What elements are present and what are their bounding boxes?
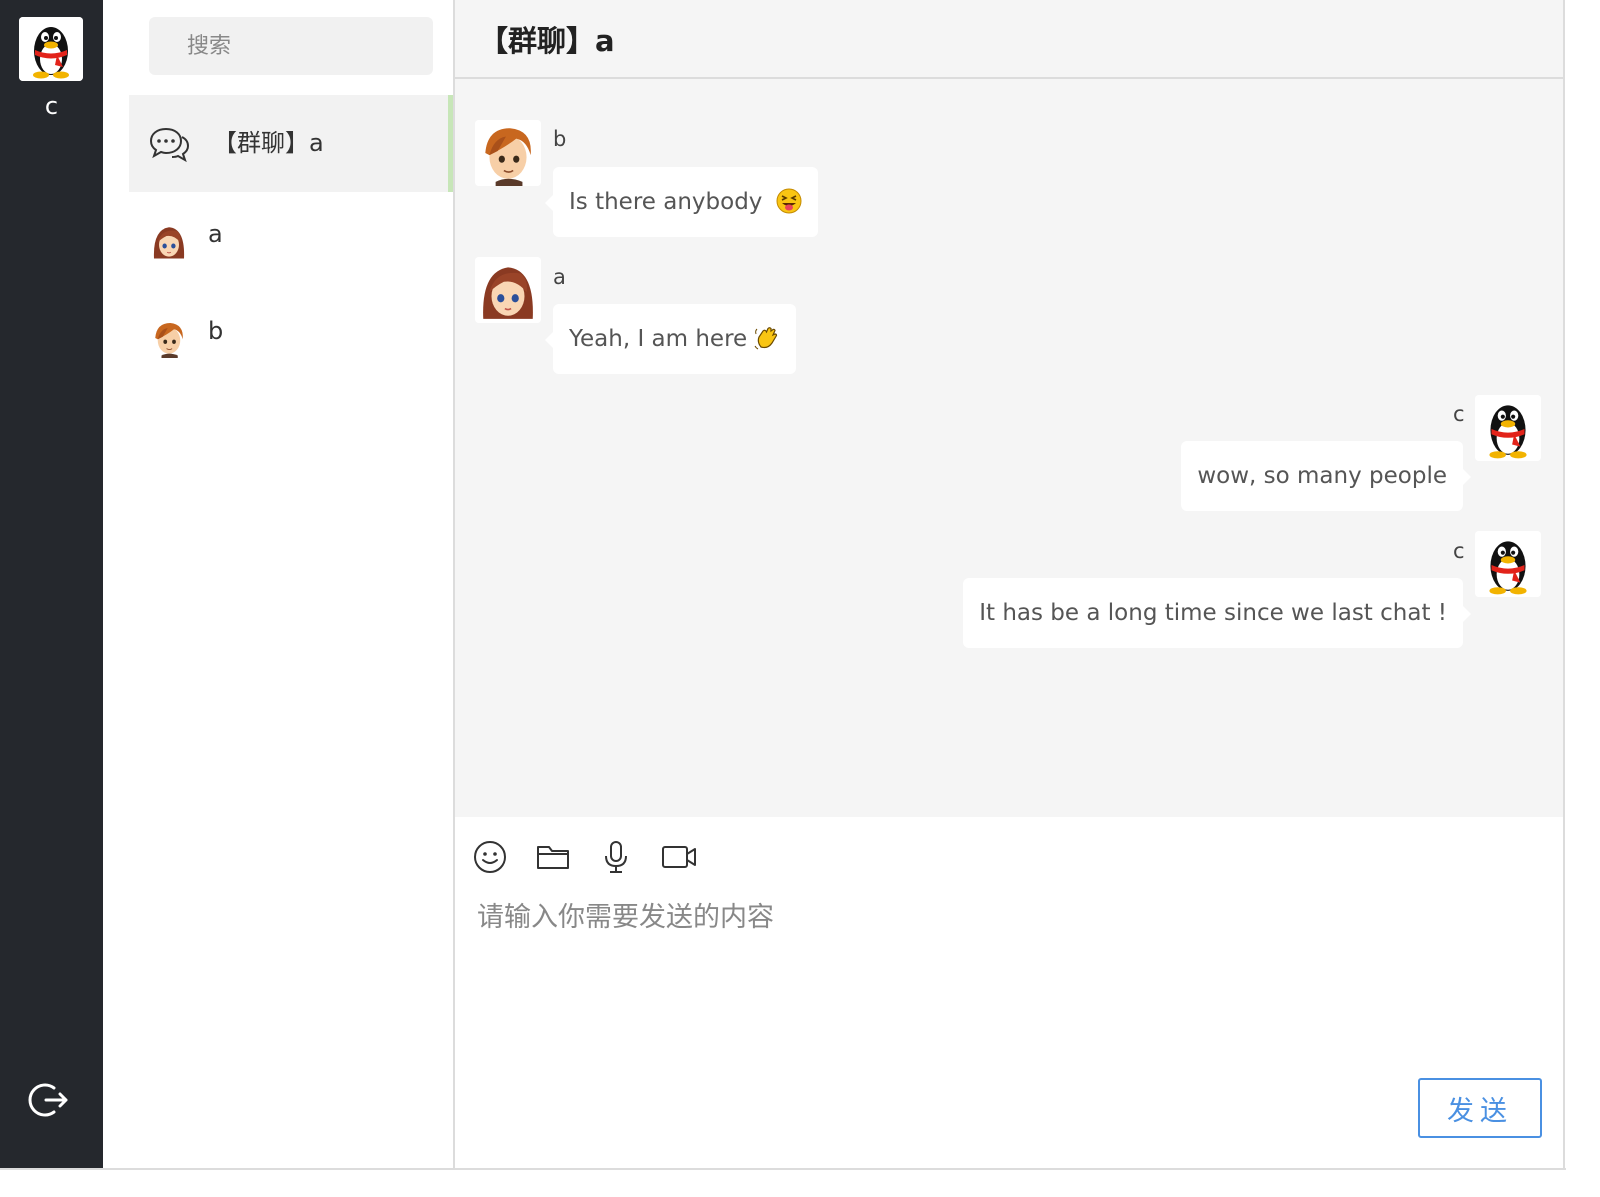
message-avatar[interactable] — [475, 257, 541, 323]
chat-header: 【群聊】a — [455, 0, 1563, 79]
folder-icon[interactable] — [535, 839, 571, 875]
chat-bubbles-icon — [149, 127, 189, 163]
message-bubble: wow, so many people — [1181, 441, 1471, 511]
waving-hand-emoji — [755, 327, 778, 350]
message-text: It has be a long time since we last chat… — [979, 600, 1447, 626]
contact-list-panel: 【群聊】a a b — [103, 0, 453, 1170]
boy-avatar — [149, 318, 189, 358]
send-button[interactable]: 发送 — [1418, 1078, 1542, 1138]
contact-name: a — [208, 220, 223, 248]
message-composer: 发送 — [455, 817, 1563, 1168]
divider — [1563, 0, 1565, 1170]
message-avatar[interactable] — [475, 120, 541, 186]
divider — [0, 1168, 1566, 1170]
girl-avatar — [149, 221, 189, 261]
penguin-avatar — [1475, 531, 1541, 597]
contact-name: 【群聊】a — [213, 129, 324, 157]
search-input[interactable] — [149, 17, 433, 75]
message-text: Yeah, I am here — [569, 326, 748, 352]
contact-item-b[interactable]: b — [129, 289, 453, 386]
message-text: Is there anybody — [569, 189, 763, 215]
microphone-icon[interactable] — [598, 839, 634, 875]
message-sender: b — [553, 127, 567, 151]
current-user-name: c — [44, 92, 59, 120]
contact-item-group-a[interactable]: 【群聊】a — [129, 95, 453, 192]
message-sender: c — [1453, 402, 1465, 426]
message-bubble: Yeah, I am here — [544, 304, 797, 374]
chat-app: c 【群聊】a a b 【群聊】a — [0, 0, 1566, 1170]
squinting-tongue-emoji — [776, 188, 802, 214]
message-text: wow, so many people — [1197, 463, 1447, 489]
video-camera-icon[interactable] — [661, 839, 697, 875]
message-input[interactable] — [475, 893, 1539, 1057]
girl-avatar — [475, 257, 541, 323]
current-user-avatar[interactable] — [19, 17, 83, 81]
message-avatar[interactable] — [1475, 531, 1541, 597]
message-bubble: It has be a long time since we last chat… — [963, 578, 1471, 648]
nav-rail: c — [0, 0, 103, 1170]
message-avatar[interactable] — [1475, 395, 1541, 461]
message-sender: c — [1453, 539, 1465, 563]
contact-item-a[interactable]: a — [129, 192, 453, 289]
contact-name: b — [208, 317, 224, 345]
penguin-avatar — [1475, 395, 1541, 461]
message-sender: a — [553, 265, 566, 289]
penguin-avatar — [19, 17, 83, 81]
boy-avatar — [475, 120, 541, 186]
message-list: b Is there anybody a Yeah, I am here c w… — [455, 79, 1563, 817]
logout-icon[interactable] — [28, 1080, 68, 1120]
message-bubble: Is there anybody — [545, 167, 818, 237]
smiley-icon[interactable] — [472, 839, 508, 875]
chat-title: 【群聊】a — [479, 24, 615, 58]
